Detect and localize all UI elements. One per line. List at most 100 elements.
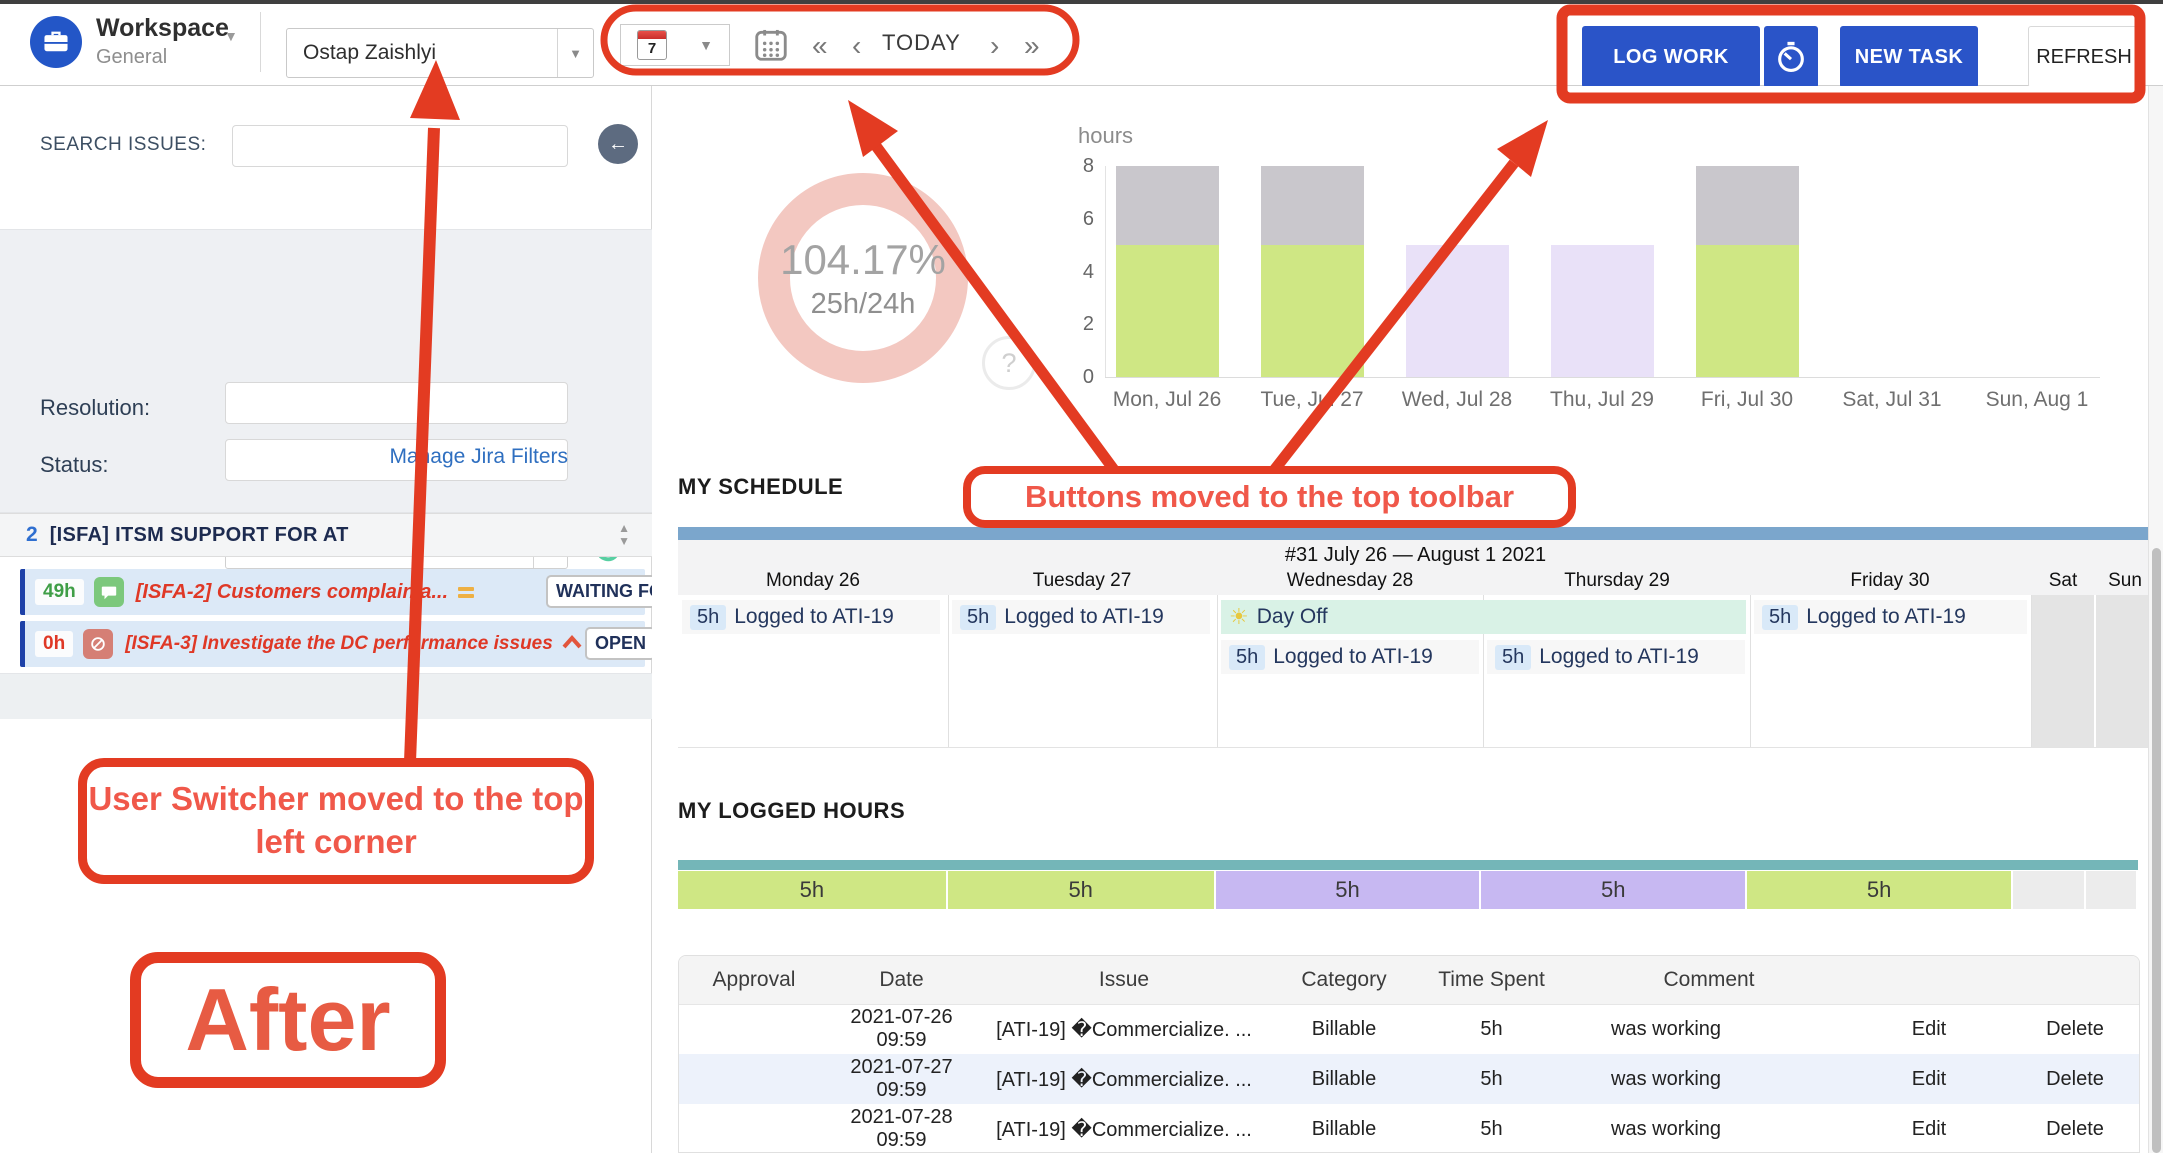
cell-issue: [ATI-19] �Commercialize. ... bbox=[974, 1004, 1274, 1054]
edit-link[interactable]: Edit bbox=[1849, 1054, 2009, 1104]
refresh-button[interactable]: REFRESH bbox=[2028, 26, 2140, 88]
log-work-button[interactable]: LOG WORK bbox=[1582, 26, 1760, 88]
schedule-grid[interactable]: 5h Logged to ATI-19 5h Logged to ATI-19 … bbox=[678, 595, 2153, 748]
chart-x-label: Sun, Aug 1 bbox=[1965, 388, 2109, 412]
chart-y-axis bbox=[1105, 166, 1106, 377]
schedule-entry[interactable]: 5h Logged to ATI-19 bbox=[1221, 640, 1479, 674]
cell-issue: [ATI-19] �Commercialize. ... bbox=[974, 1104, 1274, 1153]
filter-panel: Resolution: Status: Jira Filter: -- None… bbox=[0, 229, 652, 513]
sort-icon[interactable]: ▲▼ bbox=[618, 522, 630, 548]
schedule-entry[interactable]: 5h Logged to ATI-19 bbox=[1487, 640, 1745, 674]
table-header-row: Approval Date Issue Category Time Spent … bbox=[679, 956, 2140, 1004]
edit-link[interactable]: Edit bbox=[1849, 1004, 2009, 1054]
delete-link[interactable]: Delete bbox=[2009, 1004, 2140, 1054]
worklog-table: Approval Date Issue Category Time Spent … bbox=[678, 955, 2140, 1153]
search-issues-label: SEARCH ISSUES: bbox=[40, 134, 206, 156]
period-caret-icon[interactable]: ▼ bbox=[699, 37, 713, 53]
scrollbar-thumb[interactable] bbox=[2152, 548, 2161, 1153]
period-selector[interactable]: 7 ▼ bbox=[620, 24, 730, 66]
logged-hours-bar: 5h5h5h5h5h bbox=[678, 860, 2138, 909]
bar-logged bbox=[1261, 245, 1364, 377]
resolution-input[interactable] bbox=[225, 382, 568, 424]
workspace-subtitle: General bbox=[96, 46, 167, 69]
entry-hours: 5h bbox=[1229, 645, 1265, 670]
col-approval: Approval bbox=[679, 956, 829, 1004]
workload-percent: 104.17% bbox=[780, 236, 946, 284]
issue-row[interactable]: 49h [ISFA-2] Customers complain a... WAI… bbox=[20, 569, 645, 615]
col-issue: Issue bbox=[974, 956, 1274, 1004]
schedule-entry-dayoff[interactable]: ☀ Day Off bbox=[1221, 600, 1746, 634]
issues-group-header[interactable]: 2 [ISFA] ITSM SUPPORT FOR AT ▲▼ bbox=[0, 513, 652, 557]
cell-date: 2021-07-2609:59 bbox=[829, 1004, 974, 1054]
chart-x-axis bbox=[1105, 377, 2100, 378]
next-week-button[interactable]: » bbox=[1024, 30, 1040, 62]
weekend-column bbox=[2096, 595, 2153, 747]
cell-date: 2021-07-2809:59 bbox=[829, 1104, 974, 1153]
bar-logged bbox=[1551, 245, 1654, 377]
cell-category: Billable bbox=[1274, 1054, 1414, 1104]
schedule-entry[interactable]: 5h Logged to ATI-19 bbox=[1754, 600, 2027, 634]
prev-week-button[interactable]: « bbox=[812, 30, 828, 62]
issue-row[interactable]: 0h [ISFA-3] Investigate the DC performan… bbox=[20, 621, 645, 667]
cell-comment: was working bbox=[1569, 1104, 1849, 1153]
date-picker-icon[interactable] bbox=[752, 26, 790, 69]
search-issues-input[interactable] bbox=[232, 125, 568, 167]
chart-y-tick: 4 bbox=[1060, 261, 1094, 284]
schedule-top-bar bbox=[678, 527, 2153, 540]
prev-day-button[interactable]: ‹ bbox=[852, 30, 861, 62]
user-switcher-value: Ostap Zaishlyi bbox=[287, 41, 557, 65]
entry-text: Logged to ATI-19 bbox=[1004, 605, 1164, 629]
main-content: 104.17% 25h/24h ? hours 86420Mon, Jul 26… bbox=[652, 86, 2163, 1153]
manage-jira-filters-link[interactable]: Manage Jira Filters bbox=[389, 445, 568, 469]
resolution-label: Resolution: bbox=[40, 395, 150, 421]
edit-link[interactable]: Edit bbox=[1849, 1104, 2009, 1153]
entry-hours: 5h bbox=[690, 605, 726, 630]
hours-bar-chart: hours 86420Mon, Jul 26Tue, Jul 27Wed, Ju… bbox=[1060, 116, 2130, 486]
issue-link[interactable]: [ISFA-2] Customers complain a... bbox=[136, 581, 448, 604]
blocked-icon bbox=[83, 629, 113, 659]
top-toolbar: Workspace ▼ General Ostap Zaishlyi ▼ 7 ▼… bbox=[0, 4, 2163, 86]
priority-medium-icon bbox=[458, 587, 474, 598]
issue-link[interactable]: [ISFA-3] Investigate the DC performance … bbox=[125, 633, 553, 655]
col-date: Date bbox=[829, 956, 974, 1004]
collapse-sidebar-button[interactable]: ← bbox=[598, 124, 638, 164]
new-task-button[interactable]: NEW TASK bbox=[1840, 26, 1978, 88]
logged-segment: 5h bbox=[948, 871, 1214, 909]
table-row: 2021-07-2709:59 [ATI-19] �Commercialize.… bbox=[679, 1054, 2140, 1104]
workspace-title[interactable]: Workspace bbox=[96, 14, 229, 43]
period-day-count: 7 bbox=[638, 39, 666, 59]
day-header: Monday 26 bbox=[733, 570, 893, 592]
schedule-entry[interactable]: 5h Logged to ATI-19 bbox=[682, 600, 940, 634]
entry-text: Logged to ATI-19 bbox=[1806, 605, 1966, 629]
timer-button[interactable] bbox=[1764, 26, 1818, 88]
toolbar-divider bbox=[260, 12, 261, 72]
col-time-spent: Time Spent bbox=[1414, 956, 1569, 1004]
delete-link[interactable]: Delete bbox=[2009, 1104, 2140, 1153]
user-switcher-caret-icon[interactable]: ▼ bbox=[557, 29, 593, 77]
entry-hours: 5h bbox=[960, 605, 996, 630]
cell-time-spent: 5h bbox=[1414, 1104, 1569, 1153]
workload-donut: 104.17% 25h/24h bbox=[758, 173, 968, 383]
logged-segment: 5h bbox=[1216, 871, 1480, 909]
entry-hours: 5h bbox=[1762, 605, 1798, 630]
user-switcher-select[interactable]: Ostap Zaishlyi ▼ bbox=[286, 28, 594, 78]
workspace-briefcase-icon[interactable] bbox=[30, 16, 82, 68]
vertical-scrollbar[interactable] bbox=[2148, 86, 2163, 1153]
next-day-button[interactable]: › bbox=[990, 30, 999, 62]
issues-count: 2 bbox=[26, 523, 38, 547]
logged-hours-top-bar bbox=[678, 860, 2138, 870]
bar-scheduled bbox=[1696, 166, 1799, 245]
bar-logged bbox=[1696, 245, 1799, 377]
schedule-entry[interactable]: 5h Logged to ATI-19 bbox=[952, 600, 1210, 634]
bar-logged bbox=[1406, 245, 1509, 377]
today-button[interactable]: TODAY bbox=[882, 30, 961, 56]
day-header: Wednesday 28 bbox=[1270, 570, 1430, 592]
chart-x-label: Mon, Jul 26 bbox=[1095, 388, 1239, 412]
help-icon[interactable]: ? bbox=[982, 336, 1036, 390]
day-header: Sat bbox=[2033, 570, 2093, 592]
issues-group-title: [ISFA] ITSM SUPPORT FOR AT bbox=[50, 524, 349, 547]
delete-link[interactable]: Delete bbox=[2009, 1054, 2140, 1104]
sidebar-footer-band bbox=[0, 673, 652, 719]
workspace-caret-icon[interactable]: ▼ bbox=[224, 28, 238, 44]
chart-y-tick: 2 bbox=[1060, 313, 1094, 336]
